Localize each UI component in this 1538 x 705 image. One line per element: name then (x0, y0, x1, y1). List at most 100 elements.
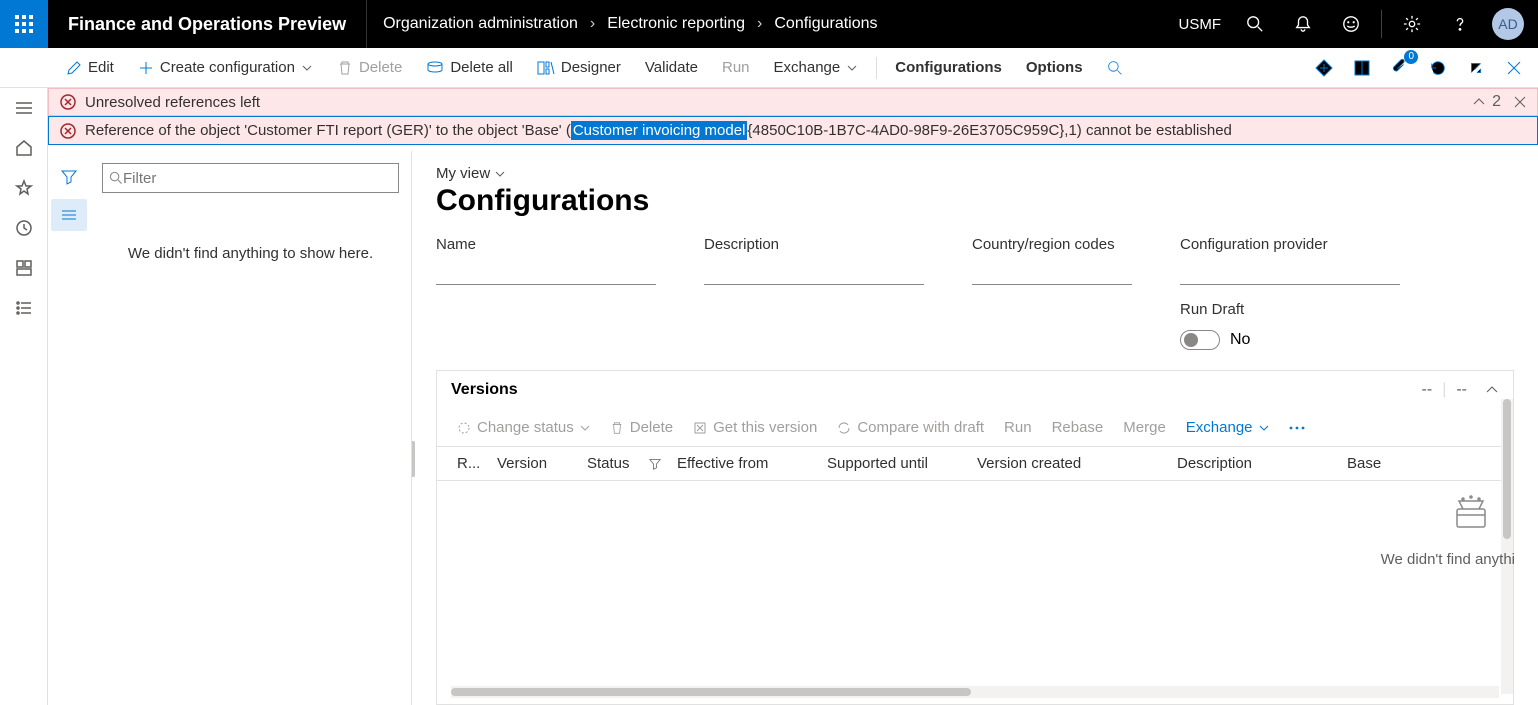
grid-empty-message: We didn't find anythi (1381, 551, 1515, 568)
favorites-button[interactable] (0, 168, 48, 208)
expand-nav-button[interactable] (0, 88, 48, 128)
filter-input[interactable] (123, 170, 392, 187)
field-name: Name (436, 236, 656, 350)
empty-box-icon (1449, 491, 1493, 535)
field-label: Name (436, 236, 656, 253)
get-version-button[interactable]: Get this version (685, 415, 825, 440)
country-codes-input[interactable] (972, 259, 1132, 285)
col-version-created[interactable]: Version created (969, 455, 1169, 472)
run-draft-toggle[interactable] (1180, 330, 1220, 350)
view-selector[interactable]: My view (436, 165, 1514, 182)
filter-input-wrapper[interactable] (102, 163, 399, 193)
divider (1381, 10, 1382, 38)
attachments-button[interactable]: 0 (1384, 52, 1416, 84)
waffle-icon (15, 15, 33, 33)
modules-button[interactable] (0, 288, 48, 328)
download-icon (693, 421, 707, 435)
funnel-icon (61, 169, 77, 185)
run-button[interactable]: Run (712, 55, 760, 80)
col-effective-from[interactable]: Effective from (669, 455, 819, 472)
gear-icon (1403, 15, 1421, 33)
actionbar-search-button[interactable] (1097, 56, 1133, 80)
chevron-up-icon[interactable] (1485, 383, 1499, 397)
popout-button[interactable] (1460, 52, 1492, 84)
close-form-button[interactable] (1498, 52, 1530, 84)
configurations-tab[interactable]: Configurations (885, 55, 1012, 80)
version-run-button[interactable]: Run (996, 415, 1040, 440)
compare-button[interactable]: Compare with draft (829, 415, 992, 440)
page-title: Configurations (436, 184, 1514, 218)
col-supported-until[interactable]: Supported until (819, 455, 969, 472)
close-icon[interactable] (1513, 95, 1527, 109)
col-description[interactable]: Description (1169, 455, 1339, 472)
list-filter-toggle[interactable] (51, 161, 87, 193)
refresh-button[interactable] (1422, 52, 1454, 84)
office-button[interactable] (1308, 52, 1340, 84)
col-base[interactable]: Base (1339, 455, 1419, 472)
create-configuration-button[interactable]: Create configuration (128, 55, 323, 80)
home-icon (15, 139, 33, 157)
chevron-up-icon[interactable] (1472, 95, 1486, 109)
app-launcher-button[interactable] (0, 0, 48, 48)
product-title: Finance and Operations Preview (48, 0, 367, 48)
version-delete-button[interactable]: Delete (602, 415, 681, 440)
list-view-toggle[interactable] (51, 199, 87, 231)
cycle-icon (457, 421, 471, 435)
home-button[interactable] (0, 128, 48, 168)
plus-icon (138, 60, 154, 76)
message-detail-post: {4850C10B-1B7C-4AD0-98F9-26E3705C959C},1… (747, 122, 1232, 139)
delete-button[interactable]: Delete (327, 55, 412, 80)
left-nav-rail (0, 88, 48, 705)
notifications-button[interactable] (1281, 0, 1325, 48)
validate-button[interactable]: Validate (635, 55, 708, 80)
field-label: Configuration provider (1180, 236, 1400, 253)
chevron-right-icon: › (757, 15, 762, 33)
list-empty-message: We didn't find anything to show here. (98, 209, 403, 262)
name-input[interactable] (436, 259, 656, 285)
merge-button[interactable]: Merge (1115, 415, 1174, 440)
breadcrumb-item[interactable]: Electronic reporting (607, 15, 745, 33)
col-version[interactable]: Version (489, 455, 579, 472)
star-icon (15, 179, 33, 197)
col-r[interactable]: R... (449, 455, 489, 472)
description-input[interactable] (704, 259, 924, 285)
open-in-excel-button[interactable] (1346, 52, 1378, 84)
version-exchange-button[interactable]: Exchange (1178, 415, 1277, 440)
delete-label: Delete (359, 59, 402, 76)
chevron-down-icon (580, 423, 590, 433)
change-status-button[interactable]: Change status (449, 415, 598, 440)
chevron-down-icon (1259, 423, 1269, 433)
col-status[interactable]: Status (579, 455, 669, 472)
run-draft-value: No (1230, 331, 1250, 349)
search-icon (1246, 15, 1264, 33)
edit-label: Edit (88, 59, 114, 76)
search-button[interactable] (1233, 0, 1277, 48)
settings-button[interactable] (1390, 0, 1434, 48)
versions-title: Versions (451, 381, 518, 399)
workspaces-button[interactable] (0, 248, 48, 288)
breadcrumb-item[interactable]: Organization administration (383, 15, 578, 33)
options-tab[interactable]: Options (1016, 55, 1093, 80)
designer-button[interactable]: Designer (527, 55, 631, 80)
field-provider: Configuration provider Run Draft No (1180, 236, 1400, 350)
attachments-count: 0 (1404, 50, 1418, 64)
versions-grid-header: R... Version Status Effective from Suppo… (437, 446, 1513, 481)
search-icon (1107, 60, 1123, 76)
rebase-button[interactable]: Rebase (1044, 415, 1112, 440)
funnel-icon (649, 458, 661, 470)
lines-icon (61, 209, 77, 221)
help-button[interactable] (1438, 0, 1482, 48)
recent-button[interactable] (0, 208, 48, 248)
more-button[interactable] (1281, 421, 1313, 435)
company-picker[interactable]: USMF (1171, 16, 1230, 33)
feedback-button[interactable] (1329, 0, 1373, 48)
provider-input[interactable] (1180, 259, 1400, 285)
edit-button[interactable]: Edit (56, 55, 124, 80)
breadcrumb-item[interactable]: Configurations (774, 15, 877, 33)
user-avatar[interactable]: AD (1492, 8, 1524, 40)
exchange-button[interactable]: Exchange (764, 55, 869, 80)
splitter-handle[interactable] (412, 441, 415, 477)
versions-fasttab: Versions -- | -- Change status (436, 370, 1514, 705)
horizontal-scrollbar[interactable] (451, 686, 1499, 698)
delete-all-button[interactable]: Delete all (416, 55, 523, 80)
